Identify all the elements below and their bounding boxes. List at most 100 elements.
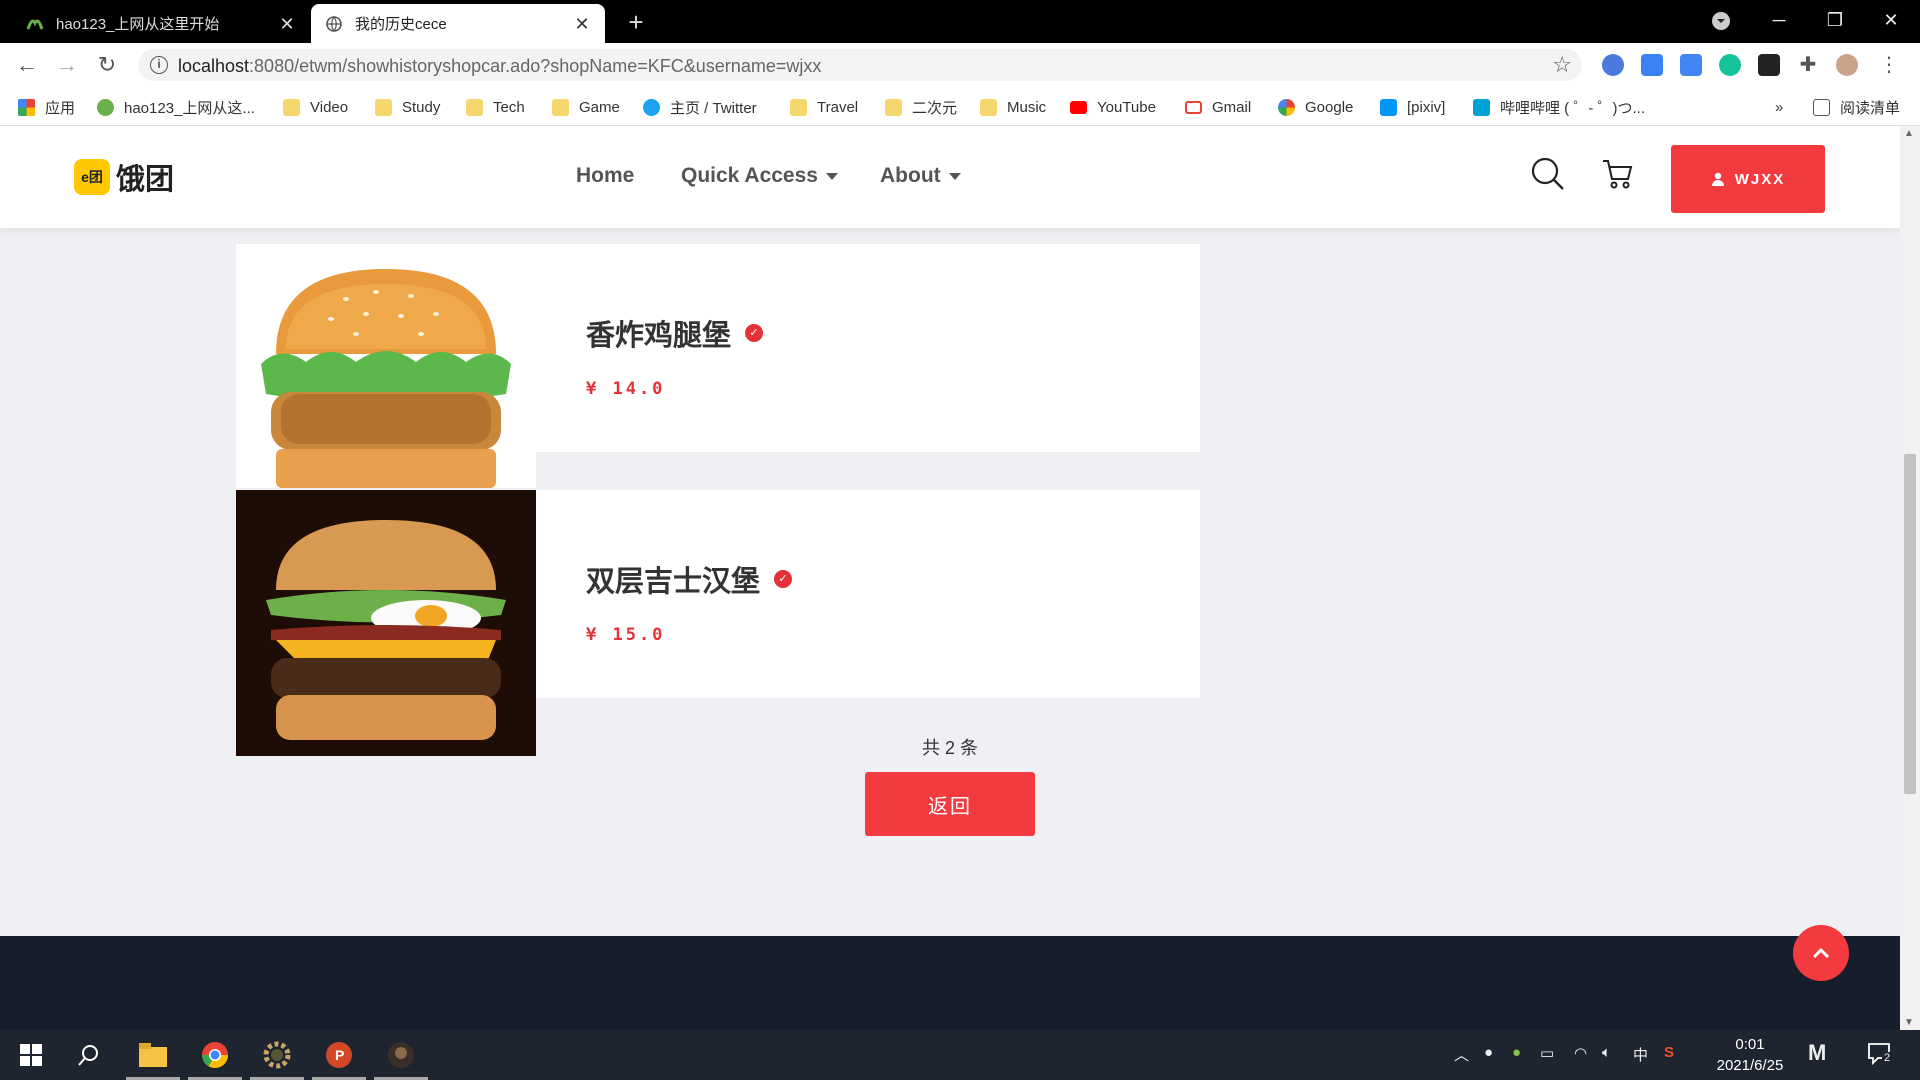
caret-down-icon xyxy=(825,172,838,180)
tab-title: 我的历史cece xyxy=(355,16,447,33)
game-app-icon[interactable] xyxy=(374,1038,428,1080)
apps-grid-icon xyxy=(18,98,35,116)
reading-list-button[interactable]: 阅读清单 xyxy=(1813,96,1900,118)
scroll-to-top-button[interactable] xyxy=(1793,925,1849,981)
user-icon xyxy=(1711,172,1725,186)
item-name[interactable]: 双层吉士汉堡 ✓ xyxy=(586,558,793,600)
file-explorer-icon[interactable] xyxy=(126,1038,180,1080)
twitter-icon xyxy=(643,98,660,116)
extension-mask-icon[interactable] xyxy=(1758,54,1780,76)
url-text[interactable]: localhost:8080/etwm/showhistoryshopcar.a… xyxy=(178,56,821,77)
wifi-icon[interactable]: ◠ xyxy=(1574,1044,1587,1062)
item-name[interactable]: 香炸鸡腿堡 ✓ xyxy=(586,312,764,354)
folder-icon xyxy=(885,98,902,116)
page-scrollbar[interactable]: ▲ ▼ xyxy=(1900,126,1920,1030)
back-arrow-icon[interactable]: ← xyxy=(13,51,41,79)
minimize-button[interactable]: ─ xyxy=(1750,0,1808,43)
grammarly-icon[interactable] xyxy=(1719,54,1741,76)
bookmark-anime[interactable]: 二次元 xyxy=(885,96,957,118)
system-clock[interactable]: 0:01 2021/6/25 xyxy=(1700,1034,1800,1076)
double-cheeseburger-image xyxy=(236,490,536,756)
qq-icon[interactable]: ● xyxy=(1484,1044,1493,1061)
scroll-up-arrow-icon[interactable]: ▲ xyxy=(1904,128,1914,139)
extension-bird-icon[interactable] xyxy=(1602,54,1624,76)
tab-history[interactable]: 我的历史cece ✕ xyxy=(311,4,605,43)
menu-dots-icon[interactable]: ⋮ xyxy=(1878,54,1900,76)
folder-icon xyxy=(466,98,483,116)
item-card: 香炸鸡腿堡 ✓ ¥ 14.0 xyxy=(536,244,1200,452)
close-icon[interactable]: ✕ xyxy=(278,15,296,33)
bookmark-gmail[interactable]: Gmail xyxy=(1185,96,1251,118)
back-button[interactable]: 返回 xyxy=(865,772,1035,836)
bookmark-study[interactable]: Study xyxy=(375,96,440,118)
translate-icon[interactable] xyxy=(1641,54,1663,76)
scroll-down-arrow-icon[interactable]: ▼ xyxy=(1904,1017,1914,1028)
bookmark-twitter[interactable]: 主页 / Twitter xyxy=(643,96,757,118)
app-m-icon[interactable]: M xyxy=(1808,1040,1826,1066)
svg-text:P: P xyxy=(335,1047,344,1063)
nav-about[interactable]: About xyxy=(880,164,961,188)
google-translate-icon[interactable] xyxy=(1680,54,1702,76)
chevron-up-icon xyxy=(1812,947,1830,959)
cart-icon[interactable] xyxy=(1600,156,1636,192)
bookmark-google[interactable]: Google xyxy=(1278,96,1353,118)
more-bookmarks-button[interactable]: » xyxy=(1775,96,1783,118)
extensions-puzzle-icon[interactable]: ✚ xyxy=(1797,54,1819,76)
bookmark-tech[interactable]: Tech xyxy=(466,96,525,118)
bookmark-bilibili[interactable]: 哔哩哔哩 ( ゜- ゜)つ... xyxy=(1473,96,1645,118)
info-icon[interactable]: i xyxy=(150,56,168,74)
bookmark-youtube[interactable]: YouTube xyxy=(1070,96,1156,118)
user-account-button[interactable]: WJXX xyxy=(1671,145,1825,213)
hao123-icon xyxy=(97,98,114,116)
bookmark-video[interactable]: Video xyxy=(283,96,348,118)
bookmark-travel[interactable]: Travel xyxy=(790,96,858,118)
windows-start-icon[interactable] xyxy=(14,1038,48,1072)
address-bar[interactable]: i localhost:8080/etwm/showhistoryshopcar… xyxy=(138,49,1582,81)
powerpoint-icon[interactable]: P xyxy=(312,1038,366,1080)
forward-arrow-icon[interactable]: → xyxy=(53,51,81,79)
bookmark-apps[interactable]: 应用 xyxy=(18,96,75,118)
bookmark-pixiv[interactable]: [pixiv] xyxy=(1380,96,1445,118)
nav-quick-access[interactable]: Quick Access xyxy=(681,164,838,188)
record-count: 共 2 条 xyxy=(921,738,978,758)
search-icon[interactable] xyxy=(1530,156,1566,192)
tray-app-icon[interactable]: ● xyxy=(1512,1044,1521,1061)
chrome-icon[interactable] xyxy=(188,1038,242,1080)
tab-hao123[interactable]: hao123_上网从这里开始 ✕ xyxy=(12,4,310,43)
avatar[interactable] xyxy=(1836,54,1858,76)
ime-indicator[interactable]: 中 xyxy=(1633,1044,1648,1065)
close-icon[interactable]: ✕ xyxy=(573,15,591,33)
notification-count: 2 xyxy=(1882,1052,1893,1064)
page-viewport: e团 饿团 Home Quick Access About WJXX 香炸鸡腿堡… xyxy=(0,126,1900,1030)
item-price: ¥ 15.0 xyxy=(586,625,666,645)
reload-icon[interactable]: ↻ xyxy=(93,51,121,79)
bookmark-game[interactable]: Game xyxy=(552,96,620,118)
globe-icon xyxy=(325,15,343,33)
hao123-icon xyxy=(26,15,44,33)
site-logo[interactable]: e团 饿团 xyxy=(74,156,174,198)
site-footer xyxy=(0,936,1900,1030)
show-hidden-icons-chevron-icon[interactable]: ︿ xyxy=(1454,1044,1469,1065)
bookmark-music[interactable]: Music xyxy=(980,96,1046,118)
sogou-input-icon[interactable]: S xyxy=(1664,1044,1674,1061)
nav-home[interactable]: Home xyxy=(576,164,634,188)
close-window-button[interactable]: ✕ xyxy=(1862,0,1920,43)
folder-icon xyxy=(375,98,392,116)
folder-icon xyxy=(980,98,997,116)
verified-check-icon: ✓ xyxy=(745,324,764,342)
notifications-icon[interactable]: 2 xyxy=(1866,1040,1894,1068)
bilibili-icon xyxy=(1473,98,1490,116)
search-icon[interactable] xyxy=(72,1038,106,1072)
profile-dropdown-icon[interactable] xyxy=(1692,0,1750,43)
item-price: ¥ 14.0 xyxy=(586,379,666,399)
volume-icon[interactable]: 🔈︎ xyxy=(1602,1044,1611,1061)
battery-icon[interactable]: ▭ xyxy=(1540,1044,1554,1062)
bookmark-hao123[interactable]: hao123_上网从这... xyxy=(97,96,255,118)
tab-title: hao123_上网从这里开始 xyxy=(56,16,220,33)
restore-button[interactable]: ❐ xyxy=(1806,0,1864,43)
verified-check-icon: ✓ xyxy=(774,570,793,588)
settings-gear-icon[interactable] xyxy=(250,1038,304,1080)
bookmark-star-icon[interactable]: ☆ xyxy=(1552,52,1572,78)
scrollbar-thumb[interactable] xyxy=(1904,454,1916,794)
new-tab-button[interactable]: + xyxy=(622,8,650,36)
